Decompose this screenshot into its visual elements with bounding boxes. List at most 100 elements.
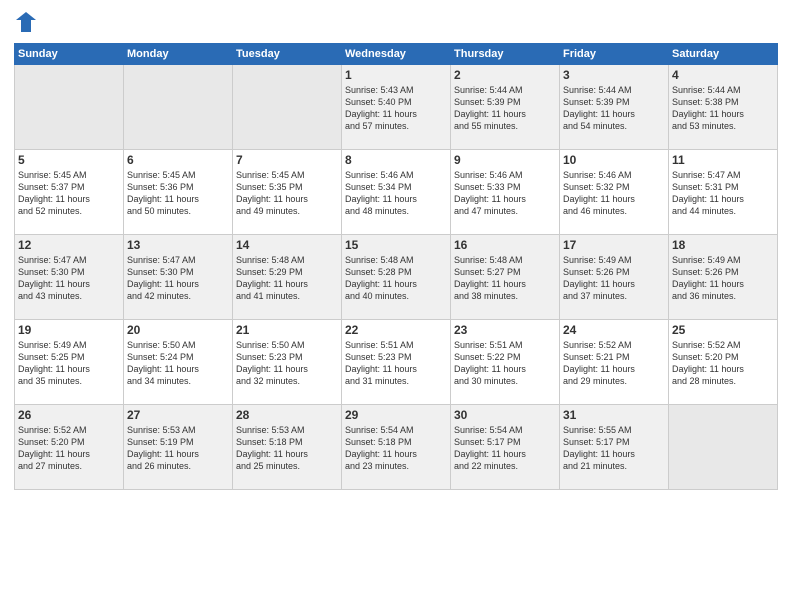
day-number: 5 xyxy=(18,153,120,167)
calendar-cell: 26 Sunrise: 5:52 AM Sunset: 5:20 PM Dayli… xyxy=(15,404,124,489)
logo-text xyxy=(14,10,36,39)
calendar-cell: 16 Sunrise: 5:48 AM Sunset: 5:27 PM Dayli… xyxy=(451,234,560,319)
day-number: 30 xyxy=(454,408,556,422)
cell-info: Sunrise: 5:50 AM Sunset: 5:24 PM Dayligh… xyxy=(127,339,229,388)
day-number: 20 xyxy=(127,323,229,337)
day-number: 21 xyxy=(236,323,338,337)
calendar-cell: 10 Sunrise: 5:46 AM Sunset: 5:32 PM Dayli… xyxy=(560,149,669,234)
cell-info: Sunrise: 5:52 AM Sunset: 5:21 PM Dayligh… xyxy=(563,339,665,388)
day-number: 31 xyxy=(563,408,665,422)
calendar-cell: 20 Sunrise: 5:50 AM Sunset: 5:24 PM Dayli… xyxy=(124,319,233,404)
day-number: 8 xyxy=(345,153,447,167)
calendar-cell: 23 Sunrise: 5:51 AM Sunset: 5:22 PM Dayli… xyxy=(451,319,560,404)
cell-info: Sunrise: 5:46 AM Sunset: 5:34 PM Dayligh… xyxy=(345,169,447,218)
header xyxy=(14,10,778,35)
weekday-header: Thursday xyxy=(451,43,560,64)
calendar-cell xyxy=(124,64,233,149)
cell-info: Sunrise: 5:52 AM Sunset: 5:20 PM Dayligh… xyxy=(672,339,774,388)
cell-info: Sunrise: 5:47 AM Sunset: 5:30 PM Dayligh… xyxy=(127,254,229,303)
calendar-cell: 30 Sunrise: 5:54 AM Sunset: 5:17 PM Dayli… xyxy=(451,404,560,489)
day-number: 29 xyxy=(345,408,447,422)
cell-info: Sunrise: 5:44 AM Sunset: 5:39 PM Dayligh… xyxy=(563,84,665,133)
day-number: 28 xyxy=(236,408,338,422)
calendar-cell: 4Sunrise: 5:44 AM Sunset: 5:38 PM Daylig… xyxy=(669,64,778,149)
cell-info: Sunrise: 5:45 AM Sunset: 5:37 PM Dayligh… xyxy=(18,169,120,218)
cell-info: Sunrise: 5:53 AM Sunset: 5:18 PM Dayligh… xyxy=(236,424,338,473)
cell-info: Sunrise: 5:54 AM Sunset: 5:17 PM Dayligh… xyxy=(454,424,556,473)
calendar-cell: 31 Sunrise: 5:55 AM Sunset: 5:17 PM Dayli… xyxy=(560,404,669,489)
logo xyxy=(14,10,36,35)
day-number: 26 xyxy=(18,408,120,422)
cell-info: Sunrise: 5:48 AM Sunset: 5:29 PM Dayligh… xyxy=(236,254,338,303)
day-number: 10 xyxy=(563,153,665,167)
calendar-cell: 9Sunrise: 5:46 AM Sunset: 5:33 PM Daylig… xyxy=(451,149,560,234)
cell-info: Sunrise: 5:46 AM Sunset: 5:32 PM Dayligh… xyxy=(563,169,665,218)
calendar-cell: 13Sunrise: 5:47 AM Sunset: 5:30 PM Dayli… xyxy=(124,234,233,319)
calendar-week-row: 26 Sunrise: 5:52 AM Sunset: 5:20 PM Dayli… xyxy=(15,404,778,489)
cell-info: Sunrise: 5:44 AM Sunset: 5:38 PM Dayligh… xyxy=(672,84,774,133)
day-number: 25 xyxy=(672,323,774,337)
weekday-header: Tuesday xyxy=(233,43,342,64)
cell-info: Sunrise: 5:52 AM Sunset: 5:20 PM Dayligh… xyxy=(18,424,120,473)
calendar-week-row: 12Sunrise: 5:47 AM Sunset: 5:30 PM Dayli… xyxy=(15,234,778,319)
calendar-cell: 15 Sunrise: 5:48 AM Sunset: 5:28 PM Dayli… xyxy=(342,234,451,319)
page-container: SundayMondayTuesdayWednesdayThursdayFrid… xyxy=(0,0,792,500)
day-number: 7 xyxy=(236,153,338,167)
weekday-header: Sunday xyxy=(15,43,124,64)
day-number: 3 xyxy=(563,68,665,82)
calendar-cell: 21 Sunrise: 5:50 AM Sunset: 5:23 PM Dayli… xyxy=(233,319,342,404)
cell-info: Sunrise: 5:51 AM Sunset: 5:22 PM Dayligh… xyxy=(454,339,556,388)
weekday-header: Wednesday xyxy=(342,43,451,64)
day-number: 11 xyxy=(672,153,774,167)
day-number: 6 xyxy=(127,153,229,167)
calendar-cell: 27 Sunrise: 5:53 AM Sunset: 5:19 PM Dayli… xyxy=(124,404,233,489)
cell-info: Sunrise: 5:51 AM Sunset: 5:23 PM Dayligh… xyxy=(345,339,447,388)
cell-info: Sunrise: 5:49 AM Sunset: 5:26 PM Dayligh… xyxy=(672,254,774,303)
calendar-cell: 29 Sunrise: 5:54 AM Sunset: 5:18 PM Dayli… xyxy=(342,404,451,489)
calendar-header-row: SundayMondayTuesdayWednesdayThursdayFrid… xyxy=(15,43,778,64)
day-number: 17 xyxy=(563,238,665,252)
cell-info: Sunrise: 5:54 AM Sunset: 5:18 PM Dayligh… xyxy=(345,424,447,473)
calendar-cell: 1 Sunrise: 5:43 AM Sunset: 5:40 PM Daylig… xyxy=(342,64,451,149)
calendar-cell: 22 Sunrise: 5:51 AM Sunset: 5:23 PM Dayli… xyxy=(342,319,451,404)
cell-info: Sunrise: 5:50 AM Sunset: 5:23 PM Dayligh… xyxy=(236,339,338,388)
calendar-cell xyxy=(669,404,778,489)
weekday-header: Friday xyxy=(560,43,669,64)
calendar-cell: 6Sunrise: 5:45 AM Sunset: 5:36 PM Daylig… xyxy=(124,149,233,234)
calendar-cell: 7Sunrise: 5:45 AM Sunset: 5:35 PM Daylig… xyxy=(233,149,342,234)
calendar-cell: 11 Sunrise: 5:47 AM Sunset: 5:31 PM Dayli… xyxy=(669,149,778,234)
cell-info: Sunrise: 5:48 AM Sunset: 5:28 PM Dayligh… xyxy=(345,254,447,303)
calendar-week-row: 19Sunrise: 5:49 AM Sunset: 5:25 PM Dayli… xyxy=(15,319,778,404)
calendar-cell: 24Sunrise: 5:52 AM Sunset: 5:21 PM Dayli… xyxy=(560,319,669,404)
calendar-cell: 28 Sunrise: 5:53 AM Sunset: 5:18 PM Dayli… xyxy=(233,404,342,489)
day-number: 18 xyxy=(672,238,774,252)
cell-info: Sunrise: 5:43 AM Sunset: 5:40 PM Dayligh… xyxy=(345,84,447,133)
calendar-week-row: 5 Sunrise: 5:45 AM Sunset: 5:37 PM Daylig… xyxy=(15,149,778,234)
weekday-header: Monday xyxy=(124,43,233,64)
cell-info: Sunrise: 5:47 AM Sunset: 5:30 PM Dayligh… xyxy=(18,254,120,303)
day-number: 14 xyxy=(236,238,338,252)
calendar-cell: 19Sunrise: 5:49 AM Sunset: 5:25 PM Dayli… xyxy=(15,319,124,404)
day-number: 23 xyxy=(454,323,556,337)
cell-info: Sunrise: 5:48 AM Sunset: 5:27 PM Dayligh… xyxy=(454,254,556,303)
calendar-cell: 8 Sunrise: 5:46 AM Sunset: 5:34 PM Daylig… xyxy=(342,149,451,234)
calendar-cell xyxy=(15,64,124,149)
calendar-cell: 25 Sunrise: 5:52 AM Sunset: 5:20 PM Dayli… xyxy=(669,319,778,404)
calendar-cell: 12Sunrise: 5:47 AM Sunset: 5:30 PM Dayli… xyxy=(15,234,124,319)
day-number: 22 xyxy=(345,323,447,337)
day-number: 9 xyxy=(454,153,556,167)
day-number: 27 xyxy=(127,408,229,422)
calendar-cell: 18 Sunrise: 5:49 AM Sunset: 5:26 PM Dayli… xyxy=(669,234,778,319)
calendar-cell: 2Sunrise: 5:44 AM Sunset: 5:39 PM Daylig… xyxy=(451,64,560,149)
calendar-cell xyxy=(233,64,342,149)
cell-info: Sunrise: 5:49 AM Sunset: 5:26 PM Dayligh… xyxy=(563,254,665,303)
cell-info: Sunrise: 5:53 AM Sunset: 5:19 PM Dayligh… xyxy=(127,424,229,473)
calendar-week-row: 1 Sunrise: 5:43 AM Sunset: 5:40 PM Daylig… xyxy=(15,64,778,149)
day-number: 1 xyxy=(345,68,447,82)
cell-info: Sunrise: 5:55 AM Sunset: 5:17 PM Dayligh… xyxy=(563,424,665,473)
calendar-cell: 14 Sunrise: 5:48 AM Sunset: 5:29 PM Dayli… xyxy=(233,234,342,319)
day-number: 15 xyxy=(345,238,447,252)
calendar-cell: 3 Sunrise: 5:44 AM Sunset: 5:39 PM Daylig… xyxy=(560,64,669,149)
cell-info: Sunrise: 5:47 AM Sunset: 5:31 PM Dayligh… xyxy=(672,169,774,218)
day-number: 16 xyxy=(454,238,556,252)
